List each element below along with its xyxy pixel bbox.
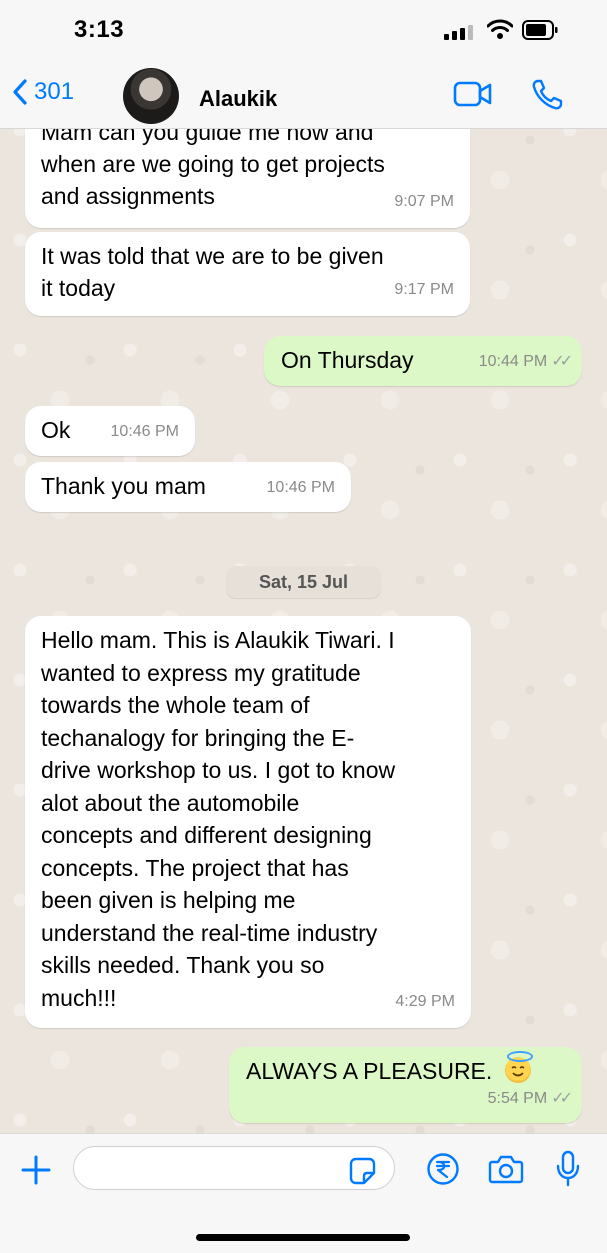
signal-bars-icon (444, 24, 473, 40)
sticker-icon[interactable] (347, 1156, 377, 1186)
video-call-icon[interactable] (453, 80, 493, 108)
message-time: 10:46 PM (110, 423, 179, 440)
chevron-left-icon (13, 79, 27, 105)
smiling-face-with-halo-icon (504, 1051, 533, 1083)
contact-name[interactable]: Alaukik (199, 86, 277, 112)
message-bubble-incoming[interactable]: Ok 10:46 PM (25, 406, 195, 456)
message-time: 9:07 PM (394, 193, 454, 210)
double-check-icon: ✓✓ (551, 353, 573, 370)
message-text: On Thursday (281, 347, 414, 373)
message-text: Ok (41, 417, 71, 443)
avatar[interactable] (123, 68, 179, 124)
message-time: 9:17 PM (394, 281, 454, 298)
status-bar: 3:13 (0, 0, 607, 60)
date-separator: Sat, 15 Jul (226, 566, 381, 598)
message-time: 10:44 PM ✓✓ (479, 346, 573, 378)
chat-header: 301 Alaukik (0, 60, 607, 129)
microphone-icon[interactable] (555, 1150, 581, 1188)
back-button[interactable]: 301 (12, 78, 74, 106)
message-bubble-incoming[interactable]: It was told that we are to be given it t… (25, 232, 470, 316)
wifi-icon (487, 19, 513, 39)
message-text: Hello mam. This is Alaukik Tiwari. I wan… (41, 627, 396, 1011)
message-bubble-outgoing[interactable]: ALWAYS A PLEASURE. 5:54 PM ✓✓ (229, 1047, 582, 1123)
back-count: 301 (34, 78, 75, 105)
double-check-icon: ✓✓ (551, 1090, 573, 1107)
status-time: 3:13 (74, 16, 125, 43)
message-bubble-incoming[interactable]: Hello mam. This is Alaukik Tiwari. I wan… (25, 616, 471, 1028)
message-time: 4:29 PM (395, 993, 455, 1010)
payment-rupee-icon[interactable] (426, 1152, 460, 1186)
camera-icon[interactable] (488, 1154, 524, 1184)
phone-call-icon[interactable] (530, 78, 564, 112)
message-text: ALWAYS A PLEASURE. (246, 1058, 493, 1084)
message-time: 5:54 PM ✓✓ (488, 1083, 573, 1115)
message-text: Mam can you guide me now and when are we… (41, 119, 385, 209)
message-text: Thank you mam (41, 473, 206, 499)
message-text: It was told that we are to be given it t… (41, 243, 384, 301)
home-indicator (196, 1234, 410, 1241)
message-bubble-incoming[interactable]: Thank you mam 10:46 PM (25, 462, 351, 512)
message-bubble-outgoing[interactable]: On Thursday 10:44 PM ✓✓ (264, 336, 582, 386)
battery-icon (522, 20, 558, 40)
message-composer (0, 1133, 607, 1253)
plus-icon[interactable] (20, 1154, 52, 1186)
message-time: 10:46 PM (266, 479, 335, 496)
